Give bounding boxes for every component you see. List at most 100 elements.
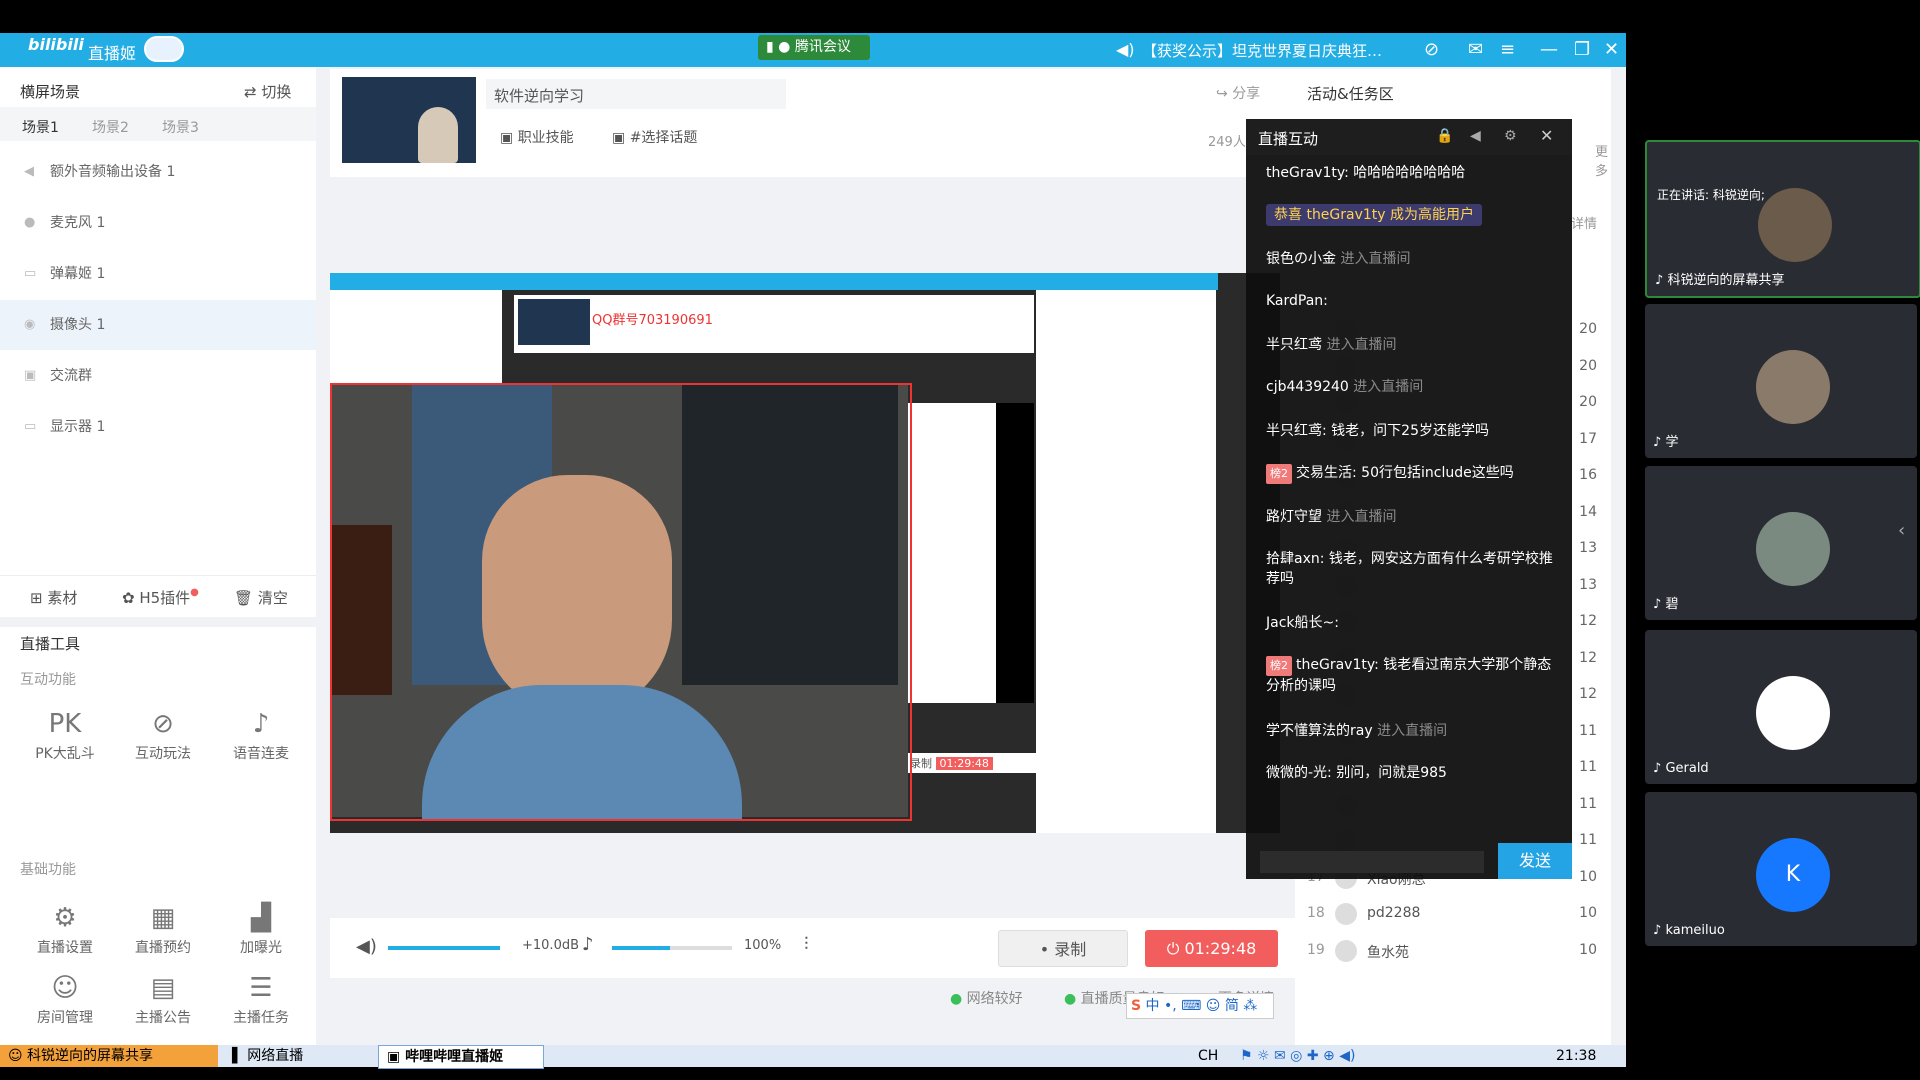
restore-icon[interactable]: ❐ (1574, 39, 1590, 60)
live-schedule-tool[interactable]: ▦ 直播预约 (118, 903, 208, 957)
participant-tile[interactable]: K ♪ kameiluo (1645, 792, 1917, 946)
chat-user[interactable]: 微微的-光: (1266, 765, 1332, 781)
chat-user[interactable]: cjb4439240 (1266, 379, 1349, 395)
collapse-arrow-icon[interactable]: ‹ (1898, 520, 1905, 541)
mixer-icon[interactable]: ⫶ (804, 934, 809, 955)
live-settings-tool[interactable]: ⚙ 直播设置 (20, 903, 110, 957)
chat-user[interactable]: Jack船长~: (1266, 615, 1339, 631)
send-button[interactable]: 发送 (1498, 843, 1572, 879)
close-icon[interactable]: ✕ (1604, 39, 1619, 60)
speaking-label: 正在讲话: 科锐逆向; (1657, 188, 1765, 202)
mic-icon[interactable]: ♪ (582, 934, 594, 955)
source-group[interactable]: ▣ 交流群 (0, 351, 316, 401)
tray-icons[interactable]: ⚑ ☼ ✉ ◎ ✚ ⊕ ◀) (1232, 1045, 1355, 1067)
participant-tile[interactable]: ♪ 碧 (1645, 466, 1917, 620)
h5-plugin-button[interactable]: ✿ H5插件● (122, 587, 199, 608)
minimize-icon[interactable]: — (1540, 39, 1558, 60)
tab-scene-2[interactable]: 场景2 (92, 117, 129, 137)
participant-tile[interactable]: ♪ Gerald (1645, 630, 1917, 784)
mic-slider[interactable] (612, 946, 732, 950)
announcement-tool[interactable]: ▤ 主播公告 (118, 973, 208, 1027)
menu-icon[interactable]: ≡ (1500, 39, 1515, 60)
gear-icon[interactable]: ⚙ (1504, 128, 1517, 144)
avatar (1335, 939, 1357, 962)
speaker-icon: ◀) (1116, 40, 1135, 59)
inner-ranking-panel (1036, 290, 1216, 833)
pk-tool[interactable]: PK PK大乱斗 (20, 709, 110, 763)
participant-tile[interactable]: ♪ 学 (1645, 304, 1917, 458)
volume-slider[interactable] (388, 946, 500, 950)
lock-icon[interactable]: 🔒 (1436, 128, 1453, 144)
announcement-text[interactable]: 【获奖公示】坦克世界夏日庆典狂… (1142, 40, 1382, 61)
chat-user[interactable]: 半只红鸢 (1266, 337, 1322, 353)
chat-input[interactable] (1260, 851, 1484, 873)
meeting-indicator[interactable]: ▮ ● 腾讯会议 (758, 35, 870, 60)
chat-user[interactable]: 银色の小金 (1266, 251, 1336, 267)
topic-button[interactable]: ▣ #选择话题 (612, 127, 697, 147)
chat-user[interactable]: 交易生活: (1296, 465, 1357, 481)
chat-user[interactable]: theGrav1ty: (1296, 657, 1379, 673)
chat-message: 拾肆axn: 钱老，网安这方面有什么考研学校推荐吗 (1266, 549, 1556, 589)
mute-icon[interactable]: ◀ (1470, 128, 1481, 144)
close-icon[interactable]: ✕ (1540, 126, 1553, 145)
stream-title-input[interactable]: 软件逆向学习 (486, 79, 786, 109)
source-danmaku[interactable]: ▭ 弹幕姬 1 (0, 249, 316, 299)
live-timer-button[interactable]: ⏻ 01:29:48 (1145, 930, 1278, 967)
source-mic[interactable]: ● 麦克风 1 (0, 198, 316, 248)
language-indicator[interactable]: CH (1190, 1045, 1218, 1067)
taskbar-item-network-live[interactable]: ▌ 网络直播 (224, 1045, 380, 1067)
status-icon[interactable]: ⊘ (1424, 39, 1439, 60)
qq-banner: QQ群号703190691 (592, 313, 713, 328)
exposure-tool[interactable]: ▟ 加曝光 (216, 903, 306, 957)
task-tool[interactable]: ☰ 主播任务 (216, 973, 306, 1027)
participant-tile[interactable]: 正在讲话: 科锐逆向; ♪ 科锐逆向的屏幕共享 (1645, 140, 1920, 298)
chat-user[interactable]: theGrav1ty: (1266, 165, 1349, 181)
cover-thumbnail[interactable] (342, 77, 476, 163)
stream-preview[interactable]: QQ群号703190691 录制 01:29:48 (330, 273, 1280, 833)
source-camera[interactable]: ◉ 摄像头 1 (0, 300, 316, 350)
material-button[interactable]: ⊞ 素材 (30, 587, 77, 608)
share-button[interactable]: ↪ 分享 (1216, 83, 1260, 103)
mic-fill (612, 946, 670, 950)
chat-user[interactable]: 学不懂算法的ray (1266, 723, 1373, 739)
enter-notice: 银色の小金 进入直播间 (1266, 249, 1556, 269)
rank-score: 11 (1579, 722, 1597, 739)
chat-user[interactable]: KardPan: (1266, 293, 1328, 309)
rank-row[interactable]: 18 pd2288 10 (1307, 897, 1597, 933)
record-button[interactable]: • 录制 (998, 930, 1128, 967)
chat-text: 钱老，问下25岁还能学吗 (1326, 423, 1489, 439)
tab-scene-1[interactable]: 场景1 (22, 117, 59, 137)
interactive-play-tool[interactable]: ⊘ 互动玩法 (118, 709, 208, 763)
volume-icon[interactable]: ◀) (356, 936, 377, 957)
inner-timer: 01:29:48 (935, 757, 993, 770)
tool-label: 主播公告 (135, 1010, 191, 1026)
category-button[interactable]: ▣ 职业技能 (500, 127, 574, 147)
chat-title: 直播互动 (1258, 130, 1319, 148)
tools-title: 直播工具 (20, 635, 81, 653)
source-monitor[interactable]: ▭ 显示器 1 (0, 402, 316, 452)
room-manage-tool[interactable]: ☺ 房间管理 (20, 973, 110, 1027)
voice-link-tool[interactable]: ♪ 语音连麦 (216, 709, 306, 763)
chat-user[interactable]: 路灯守望 (1266, 509, 1322, 525)
tab-scene-3[interactable]: 场景3 (162, 117, 199, 137)
share-indicator[interactable]: ☺ 科锐逆向的屏幕共享 (0, 1045, 218, 1067)
camera-source[interactable] (330, 383, 912, 821)
tool-label: 语音连麦 (233, 746, 289, 762)
ime-toolbar[interactable]: S 中 •, ⌨ ☺ 简 ⁂ (1126, 993, 1274, 1019)
app-icon: ▣ (387, 1049, 406, 1065)
taskbar-item-bilibili-live[interactable]: ▣ 哔哩哔哩直播姬 (378, 1045, 544, 1069)
rank-badge: 榜2 (1266, 464, 1292, 484)
rank-row[interactable]: 19 鱼水苑 10 (1307, 934, 1597, 970)
divider (0, 575, 316, 576)
chat-user[interactable]: 半只红鸢: (1266, 423, 1327, 439)
source-audio-output[interactable]: ◀ 额外音频输出设备 1 (0, 147, 316, 197)
signal-icon: ▮ ● (766, 39, 791, 55)
avatar: K (1756, 838, 1830, 912)
switch-button[interactable]: ⇄ 切换 (244, 81, 291, 102)
inner-chat-window (908, 403, 996, 703)
separator (0, 617, 316, 627)
chat-user[interactable]: 拾肆axn: (1266, 551, 1324, 567)
clear-button[interactable]: 🗑 清空 (234, 587, 288, 608)
mic-icon: ♪ (1653, 923, 1666, 938)
mail-icon[interactable]: ✉ (1468, 39, 1483, 60)
